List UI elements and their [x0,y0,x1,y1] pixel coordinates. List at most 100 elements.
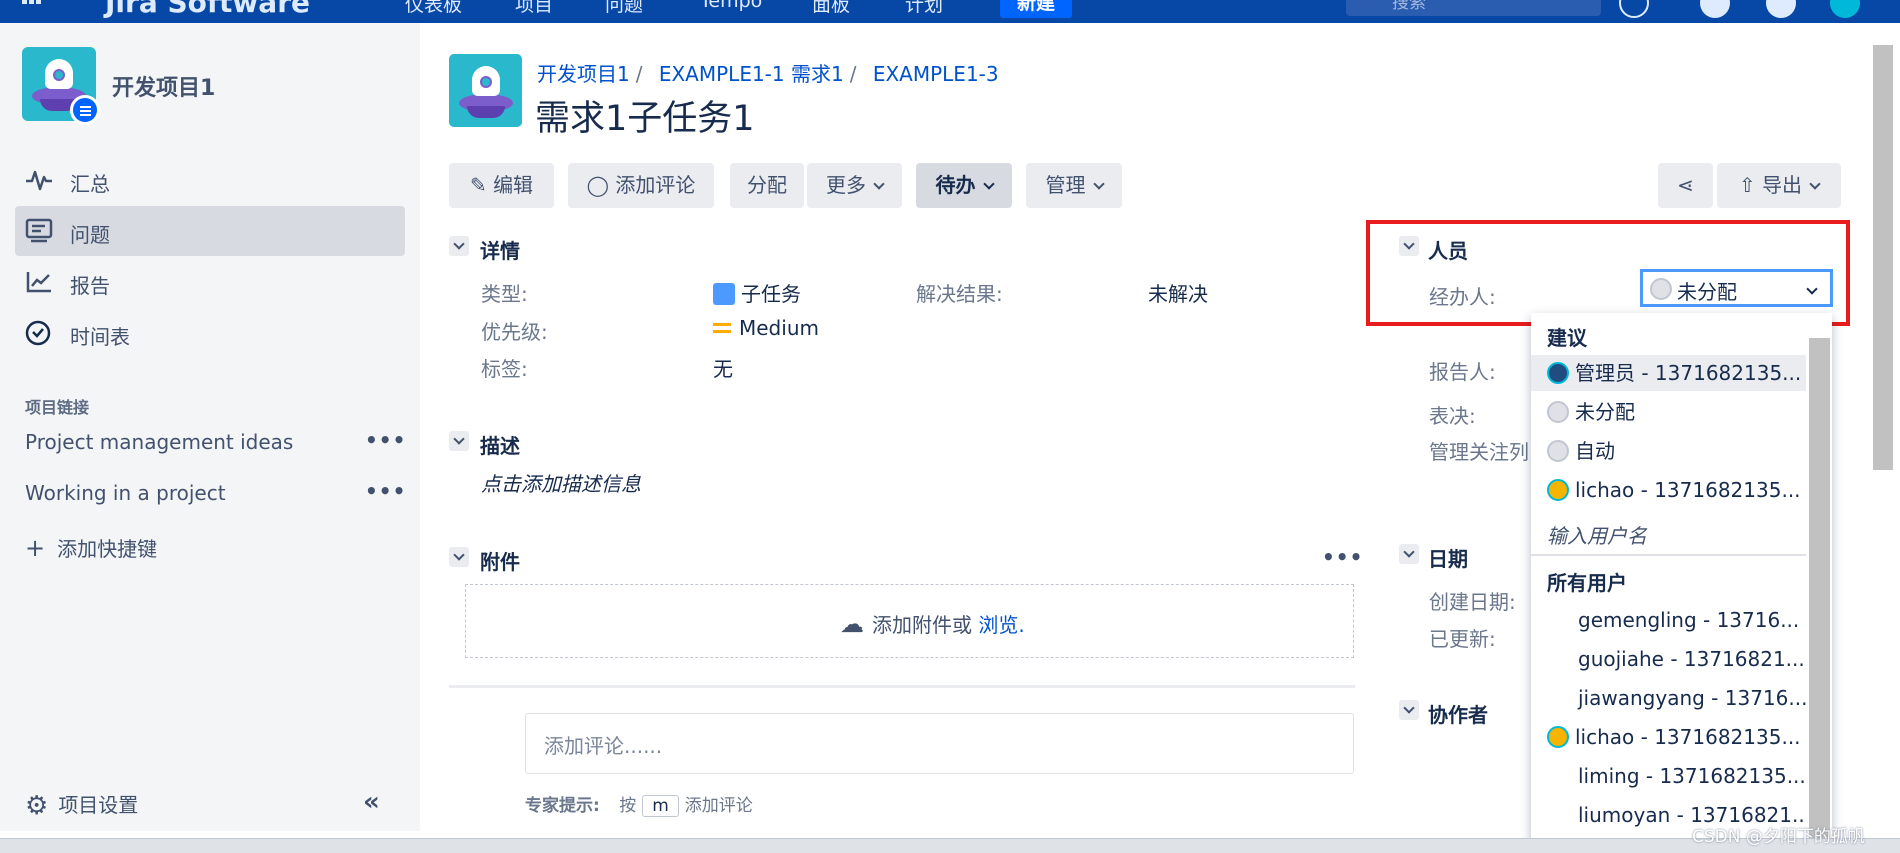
dropdown-option[interactable]: jiawangyang - 13716... [1531,680,1806,716]
suggestions-title: 建议 [1547,326,1587,350]
add-shortcut-button[interactable]: + 添加快捷键 [25,533,157,562]
nav-boards[interactable]: 面板 [812,0,850,17]
collapse-dates-icon[interactable] [1399,544,1419,564]
user-avatar [1547,479,1569,501]
dropdown-option[interactable]: 管理员 - 1371682135... [1531,355,1806,391]
sidebar-item-issues[interactable]: 问题 [15,206,405,256]
upload-icon: ⇧ [1738,173,1756,197]
admin-button[interactable]: 管理 [1026,163,1122,208]
link-working-in-a-project[interactable]: Working in a project [25,481,226,505]
comment-label: 添加评论 [615,173,696,197]
breadcrumb-parent-issue[interactable]: EXAMPLE1-1 需求1 [659,62,844,86]
cloud-upload-icon: ☁ [840,610,864,638]
keyboard-key: m [642,795,679,817]
settings-gear-icon[interactable] [1766,0,1796,18]
dropdown-option[interactable]: gemengling - 13716... [1531,602,1806,638]
project-sidebar: 开发项目1 汇总 问题 报告 时间表 项目链接 Project manageme… [0,23,420,831]
jira-logo[interactable]: Jira Software [105,0,310,19]
comment-input[interactable]: 添加评论...... [525,713,1354,774]
collapse-details-icon[interactable] [449,236,469,256]
collapse-sidebar-icon[interactable]: « [363,787,380,817]
resolution-label: 解决结果: [916,282,1003,306]
dropdown-option[interactable]: lichao - 1371682135... [1531,719,1806,755]
sidebar-item-summary[interactable]: 汇总 [15,155,405,205]
attachment-dropzone[interactable]: ☁ 添加附件或 浏览. [465,584,1354,658]
collaborators-title: 协作者 [1428,703,1488,727]
user-avatar[interactable] [1830,0,1860,18]
type-text: 子任务 [741,282,801,306]
breadcrumb-issue-key[interactable]: EXAMPLE1-3 [873,62,999,86]
project-name[interactable]: 开发项目1 [112,70,215,102]
nav-tempo[interactable]: Tempo [700,0,762,12]
collapse-attachments-icon[interactable] [449,547,469,567]
more-icon[interactable]: ••• [1322,545,1363,569]
pulse-icon [26,170,52,191]
share-button[interactable]: ⋖ [1658,163,1713,208]
more-icon[interactable]: ••• [365,428,406,452]
dropdown-option[interactable]: 未分配 [1531,394,1806,430]
project-settings-label: 项目设置 [58,793,139,817]
dropdown-option[interactable]: 自动 [1531,433,1806,469]
tip-action: 添加评论 [684,796,753,816]
dropdown-scrollbar[interactable] [1809,338,1830,853]
share-icon: ⋖ [1677,173,1694,197]
add-shortcut-label: 添加快捷键 [57,537,158,561]
admin-label: 管理 [1045,173,1086,197]
project-settings-link[interactable]: ⚙ 项目设置 [25,789,138,821]
user-avatar [1547,726,1569,748]
priority-text: Medium [739,316,819,340]
dropdown-option[interactable]: lichao - 1371682135... [1531,472,1806,508]
dropdown-option[interactable]: guojiahe - 13716821... [1531,641,1806,677]
updated-label: 已更新: [1429,627,1496,651]
browse-link[interactable]: 浏览. [978,613,1024,637]
type-value: 子任务 [713,278,801,307]
search-input[interactable]: 搜索 [1346,0,1601,16]
project-avatar[interactable] [449,54,522,127]
status-label: 待办 [935,173,976,197]
collapse-description-icon[interactable] [449,431,469,451]
nav-plans[interactable]: 计划 [905,0,943,17]
assign-button[interactable]: 分配 [730,163,804,208]
reporter-label: 报告人: [1429,360,1496,384]
description-placeholder[interactable]: 点击添加描述信息 [481,468,641,497]
edit-label: 编辑 [493,173,534,197]
chevron-down-icon [1092,178,1105,190]
description-title: 描述 [480,434,520,458]
dropdown-option[interactable]: liming - 1371682135... [1531,758,1806,794]
tip-label: 专家提示: [525,796,600,816]
enter-username-hint: 输入用户名 [1547,524,1647,548]
admin-avatar [1547,362,1569,384]
highlight-box [1366,220,1850,326]
nav-issues[interactable]: 问题 [605,0,643,17]
breadcrumb-project[interactable]: 开发项目1 [537,62,630,86]
sidebar-item-label: 汇总 [70,172,110,196]
subtask-icon [713,283,735,305]
link-project-management-ideas[interactable]: Project management ideas [25,430,293,454]
nav-projects[interactable]: 项目 [515,0,553,17]
breadcrumb: 开发项目1/ EXAMPLE1-1 需求1/ EXAMPLE1-3 [537,62,999,86]
export-button[interactable]: ⇧ 导出 [1717,163,1841,208]
status-button[interactable]: 待办 [916,163,1012,208]
create-button[interactable]: 新建 [1000,0,1072,18]
labels-value[interactable]: 无 [713,353,733,382]
edit-button[interactable]: ✎ 编辑 [449,163,554,208]
pencil-icon: ✎ [469,173,487,197]
issues-icon [25,218,53,243]
sidebar-item-timesheet[interactable]: 时间表 [15,308,405,358]
help-icon[interactable] [1700,0,1730,18]
priority-value[interactable]: Medium [713,316,819,340]
plus-icon: + [25,534,46,562]
app-switcher-icon[interactable] [22,0,42,12]
more-icon[interactable]: ••• [365,479,406,503]
nav-dashboards[interactable]: 仪表板 [405,0,462,17]
add-comment-button[interactable]: ◯ 添加评论 [568,163,714,208]
project-type-icon [70,95,100,125]
page-scrollbar[interactable] [1873,45,1893,470]
notifications-icon[interactable] [1619,0,1649,18]
sidebar-item-reports[interactable]: 报告 [15,257,405,307]
type-label: 类型: [481,282,528,306]
issue-title[interactable]: 需求1子任务1 [535,90,755,141]
more-button[interactable]: 更多 [807,163,902,208]
top-navigation: Jira Software 仪表板 项目 问题 Tempo 面板 计划 新建 搜… [0,0,1900,23]
collapse-collaborators-icon[interactable] [1399,700,1419,720]
